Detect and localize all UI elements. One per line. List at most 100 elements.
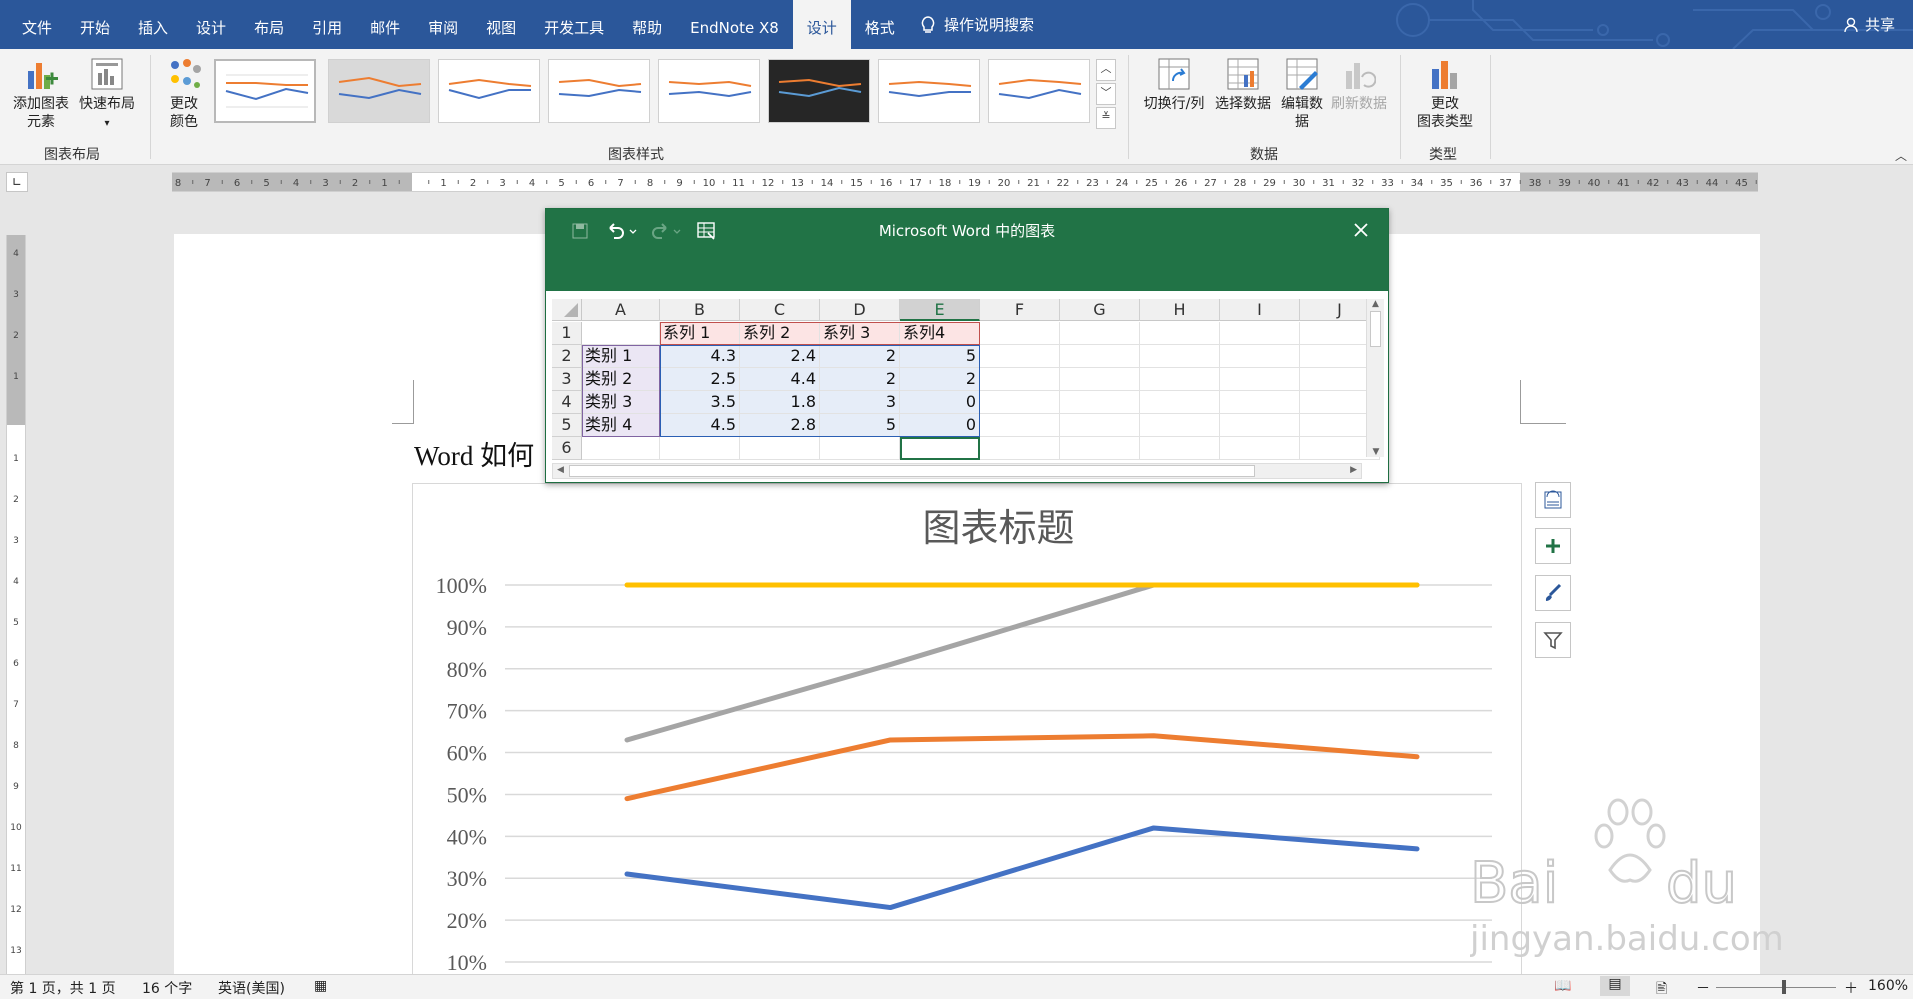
zoom-slider-thumb[interactable]	[1782, 980, 1786, 994]
cell[interactable]	[660, 437, 740, 460]
share-button[interactable]: 共享	[1843, 0, 1895, 49]
chart-elements-button[interactable]	[1535, 528, 1571, 564]
cell[interactable]	[980, 391, 1060, 414]
tab-2[interactable]: 插入	[124, 0, 182, 49]
tab-3[interactable]: 设计	[182, 0, 240, 49]
column-header[interactable]: A	[582, 299, 660, 321]
row-header[interactable]: 6	[552, 437, 582, 460]
cell[interactable]	[1220, 437, 1300, 460]
tab-6[interactable]: 邮件	[356, 0, 414, 49]
tab-9[interactable]: 开发工具	[530, 0, 618, 49]
vertical-scrollbar[interactable]: ▲ ▼	[1366, 299, 1384, 457]
cell[interactable]	[1060, 391, 1140, 414]
tab-7[interactable]: 审阅	[414, 0, 472, 49]
cell[interactable]: 系列4	[900, 322, 980, 345]
tab-4[interactable]: 布局	[240, 0, 298, 49]
cell[interactable]	[980, 345, 1060, 368]
chart-style-1[interactable]	[214, 59, 316, 123]
cell[interactable]: 3.5	[660, 391, 740, 414]
cell[interactable]: 系列 2	[740, 322, 820, 345]
cell[interactable]	[1140, 368, 1220, 391]
cell[interactable]	[740, 437, 820, 460]
gallery-up-button[interactable]: ︿	[1096, 59, 1116, 81]
cell[interactable]: 3	[820, 391, 900, 414]
cell[interactable]	[1220, 368, 1300, 391]
switch-row-column-button[interactable]: 切换行/列	[1140, 57, 1208, 113]
cell[interactable]: 系列 3	[820, 322, 900, 345]
cell[interactable]	[1060, 414, 1140, 437]
close-icon[interactable]	[1352, 221, 1370, 239]
spreadsheet-grid[interactable]: A B C D E F G H I J 1 系列 1 系列 2 系列 3 系列4 2 类别 1 4.3 2.4 2 5 3…	[546, 291, 1388, 483]
cell[interactable]	[1060, 437, 1140, 460]
cell[interactable]	[1060, 368, 1140, 391]
column-header[interactable]: C	[740, 299, 820, 321]
tell-me-search[interactable]: 操作说明搜索	[920, 0, 1034, 49]
line-chart[interactable]: 图表标题 100% 90% 80% 70% 60% 50% 40% 30% 20% 10%	[412, 483, 1522, 974]
tab-0[interactable]: 文件	[0, 0, 66, 49]
cell[interactable]	[1060, 322, 1140, 345]
cell[interactable]	[582, 437, 660, 460]
column-header[interactable]: H	[1140, 299, 1220, 321]
chart-title[interactable]: 图表标题	[922, 508, 1074, 550]
cell[interactable]	[582, 322, 660, 345]
tab-10[interactable]: 帮助	[618, 0, 676, 49]
read-mode-icon[interactable]: 📖	[1554, 978, 1571, 994]
zoom-out-icon[interactable]: －	[1696, 978, 1710, 998]
cell[interactable]	[1220, 345, 1300, 368]
quick-layout-button[interactable]: 快速布局 ▾	[76, 57, 138, 133]
document-text[interactable]: Word 如何	[414, 434, 534, 473]
page-count[interactable]: 第 1 页，共 1 页	[10, 978, 116, 998]
zoom-slider[interactable]	[1716, 987, 1836, 988]
cell[interactable]: 0	[900, 391, 980, 414]
cell[interactable]: 2.8	[740, 414, 820, 437]
cell[interactable]: 类别 3	[582, 391, 660, 414]
chart-style-6[interactable]	[768, 59, 870, 123]
cell[interactable]: 类别 2	[582, 368, 660, 391]
row-header[interactable]: 2	[552, 345, 582, 368]
cell[interactable]	[1140, 437, 1220, 460]
chart-styles-button[interactable]	[1535, 575, 1571, 611]
cell[interactable]: 5	[900, 345, 980, 368]
row-header[interactable]: 1	[552, 322, 582, 345]
change-chart-type-button[interactable]: 更改 图表类型	[1410, 57, 1480, 131]
tab-1[interactable]: 开始	[66, 0, 124, 49]
column-header[interactable]: E	[900, 299, 980, 321]
cell[interactable]: 4.4	[740, 368, 820, 391]
chart-data-window[interactable]: Microsoft Word 中的图表 A B C D E F G H I J 1 系列 1 系列 2系…	[545, 208, 1389, 483]
web-layout-icon[interactable]: 🖹	[1656, 978, 1667, 999]
cell[interactable]: 5	[820, 414, 900, 437]
change-colors-button[interactable]: 更改 颜色	[160, 57, 208, 131]
cell[interactable]	[1220, 322, 1300, 345]
chart-style-5[interactable]	[658, 59, 760, 123]
cell[interactable]: 2	[820, 345, 900, 368]
layout-options-button[interactable]	[1535, 482, 1571, 518]
row-header[interactable]: 4	[552, 391, 582, 414]
cell[interactable]: 4.3	[660, 345, 740, 368]
macro-record-icon[interactable]: ▦	[314, 978, 327, 994]
cell[interactable]: 0	[900, 414, 980, 437]
chart-filters-button[interactable]	[1535, 622, 1571, 658]
cell[interactable]	[820, 437, 900, 460]
cell[interactable]	[1140, 345, 1220, 368]
column-header[interactable]: F	[980, 299, 1060, 321]
cell[interactable]: 系列 1	[660, 322, 740, 345]
chart-style-3[interactable]	[438, 59, 540, 123]
select-all-corner[interactable]	[552, 299, 582, 321]
cell[interactable]	[1220, 414, 1300, 437]
column-header[interactable]: G	[1060, 299, 1140, 321]
series-line-1[interactable]	[624, 825, 1420, 911]
cell[interactable]: 类别 4	[582, 414, 660, 437]
cell[interactable]	[980, 322, 1060, 345]
active-cell[interactable]	[900, 437, 980, 460]
cell[interactable]	[1140, 414, 1220, 437]
collapse-ribbon-icon[interactable]: ︿	[1895, 147, 1907, 164]
cell[interactable]: 1.8	[740, 391, 820, 414]
horizontal-scrollbar[interactable]: ◀ ▶	[552, 463, 1362, 479]
cell[interactable]	[980, 368, 1060, 391]
word-count[interactable]: 16 个字	[142, 978, 192, 998]
cell[interactable]	[980, 414, 1060, 437]
series-line-3[interactable]	[624, 582, 1420, 743]
cell[interactable]: 2	[820, 368, 900, 391]
tab-8[interactable]: 视图	[472, 0, 530, 49]
chart-style-7[interactable]	[878, 59, 980, 123]
